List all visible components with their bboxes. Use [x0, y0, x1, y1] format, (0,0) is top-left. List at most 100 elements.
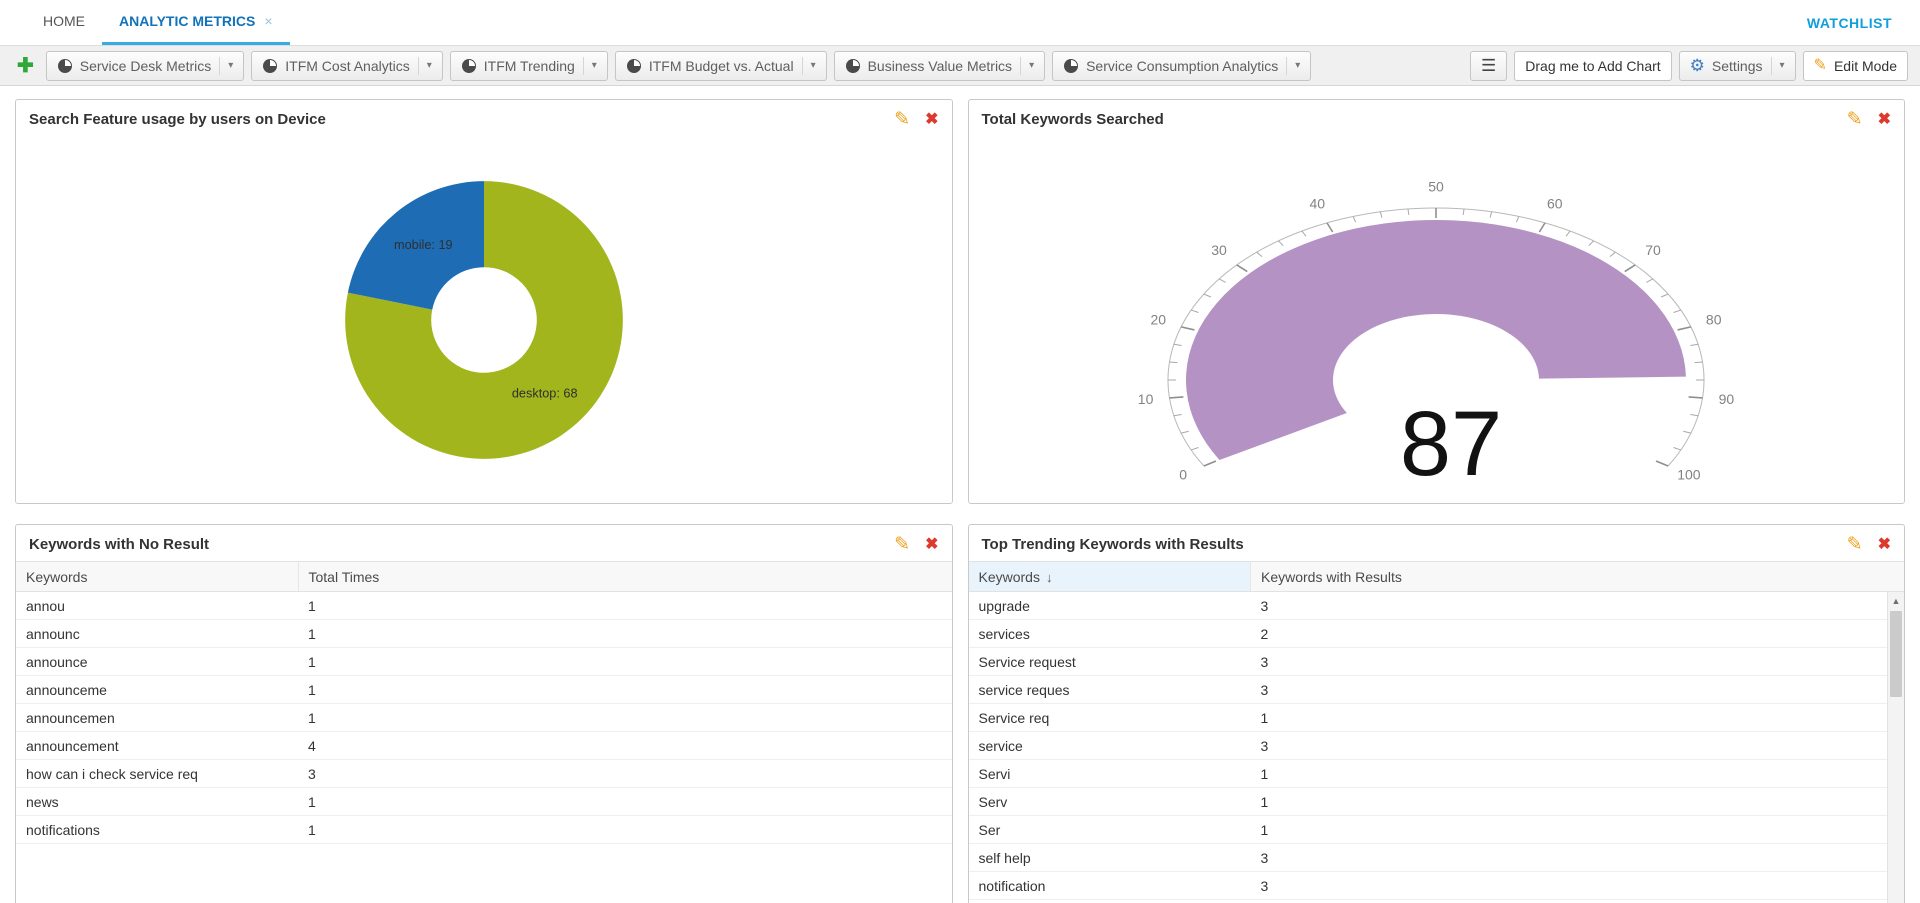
chart-menu-itfm-cost-analytics[interactable]: ITFM Cost Analytics ▾	[251, 51, 443, 81]
tab-analytic-metrics[interactable]: ANALYTIC METRICS ×	[102, 0, 290, 45]
column-header-keywords-with-results[interactable]: Keywords with Results	[1251, 562, 1905, 592]
count-cell[interactable]: 3	[1251, 732, 1905, 760]
table-row[interactable]: Servi1	[969, 760, 1905, 788]
gauge-tick	[1625, 264, 1635, 271]
panel-header: Total Keywords Searched ✎ ✖	[969, 100, 1905, 136]
table-row[interactable]: annou1	[16, 592, 952, 620]
chart-menu-itfm-budget-vs-actual[interactable]: ITFM Budget vs. Actual ▾	[615, 51, 827, 81]
gauge-tick	[1302, 231, 1306, 236]
table-row[interactable]: services2	[969, 620, 1905, 648]
gauge-tick-label: 40	[1310, 195, 1326, 211]
keyword-cell: Service req	[969, 704, 1251, 732]
gauge-tick-label: 70	[1645, 242, 1661, 258]
count-cell[interactable]: 3	[1251, 844, 1905, 872]
panel-header: Top Trending Keywords with Results ✎ ✖	[969, 525, 1905, 561]
table-row[interactable]: service3	[969, 732, 1905, 760]
count-cell[interactable]: 1	[298, 816, 952, 844]
table-wrap: Keywords Total Times annou1announc1annou…	[16, 561, 952, 903]
sort-descending-icon: ↓	[1046, 570, 1053, 585]
count-cell[interactable]: 3	[1251, 648, 1905, 676]
count-cell[interactable]: 3	[298, 760, 952, 788]
table-row[interactable]: Service req1	[969, 704, 1905, 732]
edit-panel-pencil-icon[interactable]: ✎	[894, 110, 910, 129]
remove-panel-icon[interactable]: ✖	[1878, 537, 1891, 553]
gauge-tick	[1204, 294, 1211, 297]
remove-panel-icon[interactable]: ✖	[925, 112, 938, 128]
gauge-tick	[1661, 294, 1668, 297]
count-cell[interactable]: 3	[1251, 592, 1905, 620]
edit-panel-pencil-icon[interactable]: ✎	[1847, 110, 1863, 129]
count-cell[interactable]: 1	[298, 704, 952, 732]
gauge-tick	[1674, 447, 1681, 449]
tab-home[interactable]: HOME	[26, 0, 102, 45]
vertical-scrollbar[interactable]: ▲	[1887, 592, 1904, 903]
count-cell[interactable]: 1	[1251, 788, 1905, 816]
edit-mode-button[interactable]: ✎ Edit Mode	[1803, 51, 1908, 81]
scrollbar-thumb[interactable]	[1890, 611, 1902, 697]
count-cell[interactable]: 1	[1251, 760, 1905, 788]
chart-menu-service-consumption-analytics[interactable]: Service Consumption Analytics ▾	[1052, 51, 1311, 81]
gauge-tick-label: 10	[1138, 390, 1154, 406]
column-header-keywords-sorted[interactable]: Keywords↓	[969, 562, 1251, 592]
table-row[interactable]: upgrade3	[969, 592, 1905, 620]
table-row[interactable]: announce1	[16, 648, 952, 676]
table-row[interactable]: Serv1	[969, 788, 1905, 816]
count-cell[interactable]: 2	[1251, 620, 1905, 648]
count-cell[interactable]: 1	[298, 788, 952, 816]
count-cell[interactable]: 1	[298, 620, 952, 648]
gauge-tick	[1678, 326, 1691, 329]
chart-menu-itfm-trending[interactable]: ITFM Trending ▾	[450, 51, 608, 81]
panel-search-feature-usage: Search Feature usage by users on Device …	[15, 99, 953, 504]
chart-menu-business-value-metrics[interactable]: Business Value Metrics ▾	[834, 51, 1046, 81]
gauge-tick	[1174, 414, 1182, 415]
gauge-tick	[1647, 278, 1653, 282]
watchlist-link[interactable]: WATCHLIST	[1807, 15, 1892, 31]
table-row[interactable]: announc1	[16, 620, 952, 648]
table-row[interactable]: news1	[16, 788, 952, 816]
table-row[interactable]: notification3	[969, 872, 1905, 900]
table-row[interactable]: Service request3	[969, 648, 1905, 676]
gauge-chart-svg: 010203040506070809010087	[1036, 145, 1836, 495]
gauge-tick	[1181, 431, 1189, 433]
chart-menu-label: ITFM Trending	[484, 58, 575, 74]
count-cell[interactable]: 1	[1251, 816, 1905, 844]
add-chart-plus-icon[interactable]: ✚	[12, 56, 39, 76]
remove-panel-icon[interactable]: ✖	[1878, 112, 1891, 128]
table-row[interactable]: notifications1	[16, 816, 952, 844]
remove-panel-icon[interactable]: ✖	[925, 537, 938, 553]
keyword-cell: Servi	[969, 760, 1251, 788]
table-row[interactable]: Ser1	[969, 816, 1905, 844]
tab-home-label: HOME	[43, 13, 85, 29]
keyword-cell: Serv	[969, 788, 1251, 816]
edit-panel-pencil-icon[interactable]: ✎	[894, 535, 910, 554]
tab-close-icon[interactable]: ×	[264, 13, 272, 29]
settings-button[interactable]: ⚙ Settings ▾	[1679, 51, 1796, 81]
table-row[interactable]: self help3	[969, 844, 1905, 872]
count-cell[interactable]: 3	[1251, 676, 1905, 704]
keyword-cell: Ser	[969, 816, 1251, 844]
layout-menu-button[interactable]: ☰	[1470, 51, 1507, 81]
column-header-total-times[interactable]: Total Times	[298, 562, 952, 592]
edit-panel-pencil-icon[interactable]: ✎	[1847, 535, 1863, 554]
keyword-cell: announcement	[16, 732, 298, 760]
count-cell[interactable]: 4	[298, 732, 952, 760]
keyword-cell: notification	[969, 872, 1251, 900]
chart-category-icon	[461, 58, 477, 74]
toolbar: ✚ Service Desk Metrics ▾ ITFM Cost Analy…	[0, 46, 1920, 86]
count-cell[interactable]: 1	[298, 648, 952, 676]
scroll-up-icon[interactable]: ▲	[1888, 592, 1904, 609]
table-row[interactable]: how can i check service req3	[16, 760, 952, 788]
chart-menu-service-desk-metrics[interactable]: Service Desk Metrics ▾	[46, 51, 245, 81]
drag-add-chart-button[interactable]: Drag me to Add Chart	[1514, 51, 1671, 81]
column-header-keywords[interactable]: Keywords	[16, 562, 298, 592]
count-cell[interactable]: 3	[1251, 872, 1905, 900]
table-row[interactable]: announceme1	[16, 676, 952, 704]
gauge-tick	[1191, 447, 1198, 449]
table-row[interactable]: announcement4	[16, 732, 952, 760]
count-cell[interactable]: 1	[298, 592, 952, 620]
table-row[interactable]: service reques3	[969, 676, 1905, 704]
table-row[interactable]: announcemen1	[16, 704, 952, 732]
count-cell[interactable]: 1	[298, 676, 952, 704]
count-cell[interactable]: 1	[1251, 704, 1905, 732]
keyword-cell: how can i check service req	[16, 760, 298, 788]
